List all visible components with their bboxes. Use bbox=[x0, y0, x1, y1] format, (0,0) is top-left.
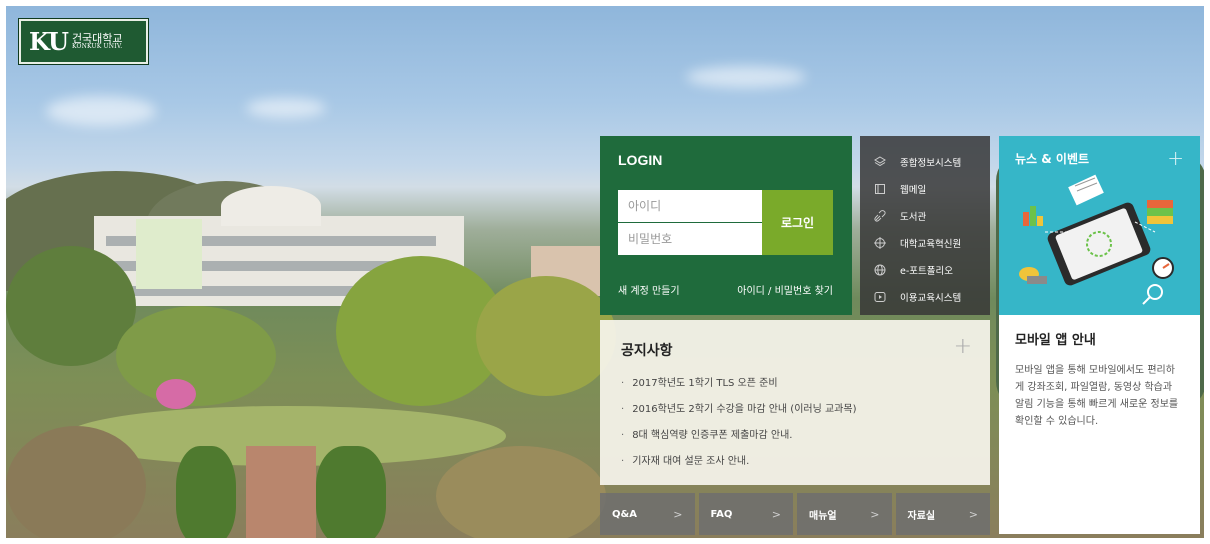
tab-label: FAQ bbox=[710, 508, 733, 520]
tab-label: Q&A bbox=[612, 508, 637, 520]
tab-faq[interactable]: FAQ > bbox=[698, 493, 793, 535]
login-links: 새 계정 만들기 아이디 / 비밀번호 찾기 bbox=[618, 282, 833, 297]
login-form: 로그인 bbox=[618, 190, 833, 255]
news-header: 뉴스 & 이벤트 + bbox=[999, 136, 1200, 315]
notice-list: 2017학년도 1학기 TLS 오픈 준비 2016학년도 2학기 수강을 마감… bbox=[621, 376, 969, 480]
quick-link-eportfolio[interactable]: e-포트폴리오 bbox=[860, 256, 990, 283]
find-account-link[interactable]: 아이디 / 비밀번호 찾기 bbox=[737, 282, 833, 297]
tab-manual[interactable]: 매뉴얼 > bbox=[797, 493, 892, 535]
bottom-tabs: Q&A > FAQ > 매뉴얼 > 자료실 > bbox=[600, 493, 990, 535]
quick-link-webmail[interactable]: 웹메일 bbox=[860, 175, 990, 202]
notice-item[interactable]: 8대 핵심역량 인증쿠폰 제출마감 안내. bbox=[621, 428, 969, 454]
mobile-app-illustration bbox=[1019, 174, 1174, 305]
login-panel: LOGIN 로그인 새 계정 만들기 아이디 / 비밀번호 찾기 bbox=[600, 136, 852, 315]
news-panel: 뉴스 & 이벤트 + 모바일 앱 안내 모바일 앱을 통해 모바일에서도 편리하… bbox=[999, 136, 1200, 534]
signup-link[interactable]: 새 계정 만들기 bbox=[618, 282, 680, 297]
chevron-right-icon: > bbox=[771, 507, 781, 521]
news-title[interactable]: 뉴스 & 이벤트 bbox=[1015, 150, 1184, 167]
mobile-app-description: 모바일 앱을 통해 모바일에서도 편리하게 강좌조회, 파일열람, 동영상 학습… bbox=[1015, 365, 1179, 427]
play-icon bbox=[874, 291, 886, 302]
tab-label: 매뉴얼 bbox=[809, 510, 837, 522]
notice-item[interactable]: 기자재 대여 설문 조사 안내. bbox=[621, 454, 969, 480]
tab-qna[interactable]: Q&A > bbox=[600, 493, 695, 535]
id-input[interactable] bbox=[618, 190, 762, 222]
quick-link-innovation[interactable]: 대학교육혁신원 bbox=[860, 229, 990, 256]
quick-link-education-system[interactable]: 이용교육시스템 bbox=[860, 283, 990, 310]
logo-name-en: KONKUK UNIV. bbox=[71, 43, 123, 51]
notice-more-plus-icon[interactable]: + bbox=[954, 334, 972, 359]
chevron-right-icon: > bbox=[673, 507, 683, 521]
login-button[interactable]: 로그인 bbox=[762, 190, 833, 255]
quick-link-info-system[interactable]: 종합정보시스템 bbox=[860, 148, 990, 175]
notice-panel: 공지사항 + 2017학년도 1학기 TLS 오픈 준비 2016학년도 2학기… bbox=[600, 320, 990, 485]
quick-link-label: 도서관 bbox=[900, 211, 927, 223]
quick-link-label: e-포트폴리오 bbox=[900, 265, 953, 277]
quick-links-panel: 종합정보시스템 웹메일 도서관 대학교육혁신원 e-포트폴리오 이용교육시스템 bbox=[860, 136, 990, 315]
notice-title[interactable]: 공지사항 bbox=[621, 340, 969, 360]
notice-item[interactable]: 2017학년도 1학기 TLS 오픈 준비 bbox=[621, 376, 969, 402]
login-title: LOGIN bbox=[618, 152, 663, 168]
notice-item[interactable]: 2016학년도 2학기 수강을 마감 안내 (이러닝 교과목) bbox=[621, 402, 969, 428]
tab-resources[interactable]: 자료실 > bbox=[895, 493, 990, 535]
crosshair-icon bbox=[874, 236, 886, 249]
mobile-app-title[interactable]: 모바일 앱 안내 bbox=[1015, 329, 1184, 348]
quick-link-label: 종합정보시스템 bbox=[900, 157, 962, 169]
logo-text: 건국대학교 KONKUK UNIV. bbox=[72, 33, 123, 51]
quick-link-library[interactable]: 도서관 bbox=[860, 202, 990, 229]
logo-mark: KU bbox=[29, 27, 69, 56]
quick-link-label: 대학교육혁신원 bbox=[900, 238, 962, 250]
konkuk-logo[interactable]: KU 건국대학교 KONKUK UNIV. bbox=[18, 18, 149, 65]
chevron-right-icon: > bbox=[870, 507, 880, 521]
book-icon bbox=[875, 183, 885, 194]
layers-icon bbox=[874, 155, 886, 166]
link-icon bbox=[874, 209, 886, 222]
news-more-plus-icon[interactable]: + bbox=[1167, 146, 1184, 170]
password-input[interactable] bbox=[618, 223, 762, 255]
mobile-app-info: 모바일 앱 안내 모바일 앱을 통해 모바일에서도 편리하게 강좌조회, 파일열… bbox=[999, 315, 1200, 444]
globe-icon bbox=[874, 264, 886, 275]
quick-link-label: 이용교육시스템 bbox=[900, 292, 962, 304]
tab-label: 자료실 bbox=[907, 510, 936, 522]
chevron-right-icon: > bbox=[968, 507, 978, 521]
quick-link-label: 웹메일 bbox=[900, 184, 927, 196]
